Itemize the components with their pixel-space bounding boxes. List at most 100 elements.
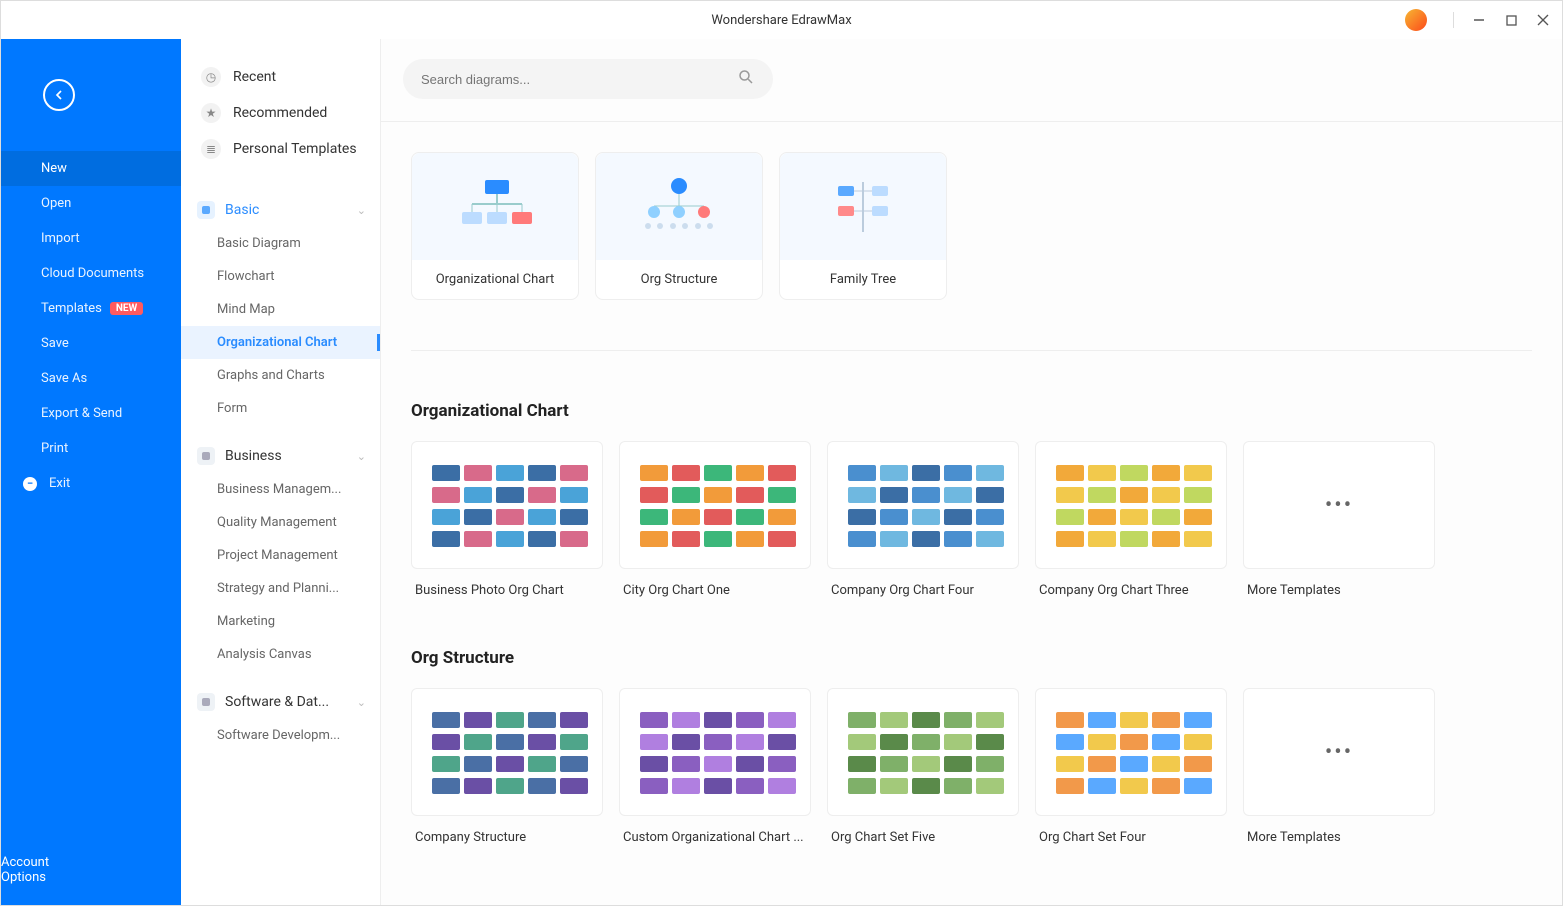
- template-card[interactable]: Business Photo Org Chart: [411, 441, 603, 598]
- main-area: Organizational ChartOrg StructureFamily …: [381, 39, 1562, 905]
- nav-import[interactable]: Import: [1, 221, 181, 256]
- search-input[interactable]: [421, 72, 737, 87]
- cat-item-strategy-and-planni-[interactable]: Strategy and Planni...: [181, 572, 380, 605]
- type-card-organizational-chart[interactable]: Organizational Chart: [411, 152, 579, 300]
- file-sidebar: New OpenImportCloud Documents Templates NEW…: [1, 39, 181, 905]
- cat-item-project-management[interactable]: Project Management: [181, 539, 380, 572]
- type-cards: Organizational ChartOrg Structure Family …: [411, 152, 1532, 300]
- more-templates-button[interactable]: •••More Templates: [1243, 688, 1435, 845]
- template-thumb: [411, 441, 603, 569]
- close-button[interactable]: [1536, 13, 1550, 27]
- nav-label: Templates: [41, 301, 102, 316]
- template-card[interactable]: Company Org Chart Four: [827, 441, 1019, 598]
- cat-top-recent[interactable]: ◷Recent: [201, 59, 360, 95]
- type-card-org-structure[interactable]: Org Structure: [595, 152, 763, 300]
- divider: [411, 350, 1532, 351]
- template-label: Custom Organizational Chart ...: [619, 816, 811, 845]
- cat-item-mind-map[interactable]: Mind Map: [181, 293, 380, 326]
- cat-group-business[interactable]: Business⌄: [181, 439, 380, 473]
- separator: [1453, 12, 1454, 28]
- template-card[interactable]: Custom Organizational Chart ...: [619, 688, 811, 845]
- nav-options[interactable]: Options: [1, 870, 181, 885]
- cat-item-flowchart[interactable]: Flowchart: [181, 260, 380, 293]
- category-icon: ≣: [201, 139, 221, 159]
- chevron-down-icon: ⌄: [357, 204, 366, 217]
- section-org-structure: Org Structure Company Structure Custom Org…: [411, 648, 1532, 845]
- template-label: Business Photo Org Chart: [411, 569, 603, 598]
- cat-item-business-managem-[interactable]: Business Managem...: [181, 473, 380, 506]
- cat-item-graphs-and-charts[interactable]: Graphs and Charts: [181, 359, 380, 392]
- category-icon: ★: [201, 103, 221, 123]
- nav-open[interactable]: Open: [1, 186, 181, 221]
- app-window: Wondershare EdrawMax ? ▾: [0, 0, 1563, 906]
- nav-label: Save: [41, 336, 69, 351]
- nav-export-send[interactable]: Export & Send: [1, 396, 181, 431]
- search-bar[interactable]: [403, 59, 773, 99]
- template-card[interactable]: Org Chart Set Four: [1035, 688, 1227, 845]
- template-thumb: •••: [1243, 688, 1435, 816]
- cat-item-form[interactable]: Form: [181, 392, 380, 425]
- nav-print[interactable]: Print: [1, 431, 181, 466]
- category-label: Recent: [233, 69, 276, 85]
- template-label: City Org Chart One: [619, 569, 811, 598]
- titlebar: Wondershare EdrawMax: [1, 1, 1562, 39]
- nav-account[interactable]: Account: [1, 855, 181, 870]
- group-label: Software & Dat...: [225, 694, 357, 710]
- user-avatar[interactable]: [1405, 9, 1427, 31]
- cat-item-analysis-canvas[interactable]: Analysis Canvas: [181, 638, 380, 671]
- chevron-down-icon: ⌄: [357, 696, 366, 709]
- section-organizational-chart: Organizational Chart Business Photo Org C…: [411, 401, 1532, 598]
- nav-label: Print: [41, 441, 68, 456]
- category-top: ◷Recent★Recommended≣Personal Templates: [181, 59, 380, 179]
- type-thumb: [780, 153, 946, 260]
- search-icon[interactable]: [737, 68, 755, 90]
- group-label: Business: [225, 448, 357, 464]
- cat-item-basic-diagram[interactable]: Basic Diagram: [181, 227, 380, 260]
- group-icon: [197, 447, 215, 465]
- back-button[interactable]: [43, 79, 75, 111]
- cat-item-marketing[interactable]: Marketing: [181, 605, 380, 638]
- template-thumb: [827, 688, 1019, 816]
- template-thumb: [1035, 688, 1227, 816]
- nav-save[interactable]: Save: [1, 326, 181, 361]
- type-label: Family Tree: [830, 260, 896, 299]
- template-card[interactable]: Org Chart Set Five: [827, 688, 1019, 845]
- cat-item-quality-management[interactable]: Quality Management: [181, 506, 380, 539]
- template-thumb: [827, 441, 1019, 569]
- more-templates-button[interactable]: •••More Templates: [1243, 441, 1435, 598]
- template-card[interactable]: City Org Chart One: [619, 441, 811, 598]
- template-thumb: [619, 441, 811, 569]
- new-badge: NEW: [110, 302, 143, 315]
- template-card[interactable]: Company Structure: [411, 688, 603, 845]
- window-controls: [1405, 1, 1562, 39]
- template-thumb: •••: [1243, 441, 1435, 569]
- template-thumb: [411, 688, 603, 816]
- section-title: Org Structure: [411, 648, 1532, 668]
- app-title: Wondershare EdrawMax: [711, 13, 851, 28]
- cat-group-basic[interactable]: Basic⌄: [181, 193, 380, 227]
- nav-label: Export & Send: [41, 406, 122, 421]
- maximize-button[interactable]: [1504, 13, 1518, 27]
- template-card[interactable]: Company Org Chart Three: [1035, 441, 1227, 598]
- cat-top-personal-templates[interactable]: ≣Personal Templates: [201, 131, 360, 167]
- cat-group-software-dat-[interactable]: Software & Dat...⌄: [181, 685, 380, 719]
- exit-icon: −: [23, 477, 37, 491]
- minimize-button[interactable]: [1472, 13, 1486, 27]
- nav-templates[interactable]: Templates NEW: [1, 291, 181, 326]
- chevron-down-icon: ⌄: [357, 450, 366, 463]
- template-label: Company Org Chart Four: [827, 569, 1019, 598]
- nav-save-as[interactable]: Save As: [1, 361, 181, 396]
- section-title: Organizational Chart: [411, 401, 1532, 421]
- group-icon: [197, 693, 215, 711]
- nav-label: New: [41, 161, 67, 176]
- type-card-family-tree[interactable]: Family Tree: [779, 152, 947, 300]
- template-thumb: [1035, 441, 1227, 569]
- body: New OpenImportCloud Documents Templates NEW…: [1, 39, 1562, 905]
- cat-item-software-developm-[interactable]: Software Developm...: [181, 719, 380, 752]
- nav-new[interactable]: New: [1, 151, 181, 186]
- nav-exit[interactable]: −Exit: [1, 466, 181, 501]
- content: Organizational ChartOrg StructureFamily …: [381, 122, 1562, 865]
- nav-cloud-documents[interactable]: Cloud Documents: [1, 256, 181, 291]
- cat-top-recommended[interactable]: ★Recommended: [201, 95, 360, 131]
- cat-item-organizational-chart[interactable]: Organizational Chart: [181, 326, 380, 359]
